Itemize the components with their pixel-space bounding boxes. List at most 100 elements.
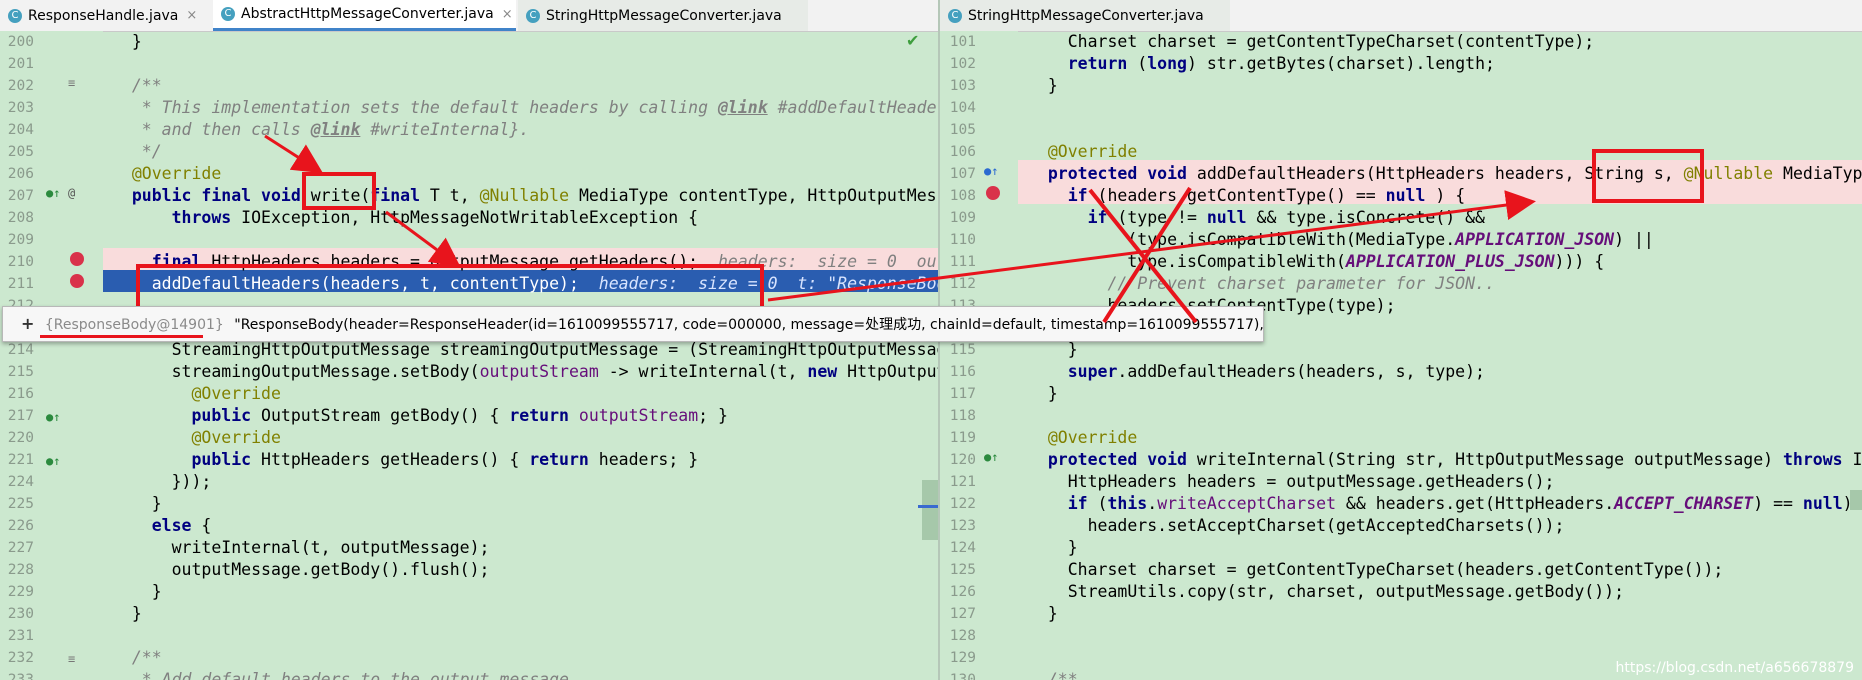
code-line[interactable]: Charset charset = getContentTypeCharset(… <box>1028 559 1724 581</box>
code-line[interactable]: } <box>1028 339 1078 361</box>
code-line[interactable]: super.addDefaultHeaders(headers, s, type… <box>1028 361 1485 383</box>
object-ref-underline <box>40 335 203 338</box>
code-line[interactable]: public OutputStream getBody() { return o… <box>112 405 727 427</box>
line-number: 200 <box>7 34 34 50</box>
fold-icon[interactable]: ≡ <box>68 72 75 94</box>
line-number: 221 <box>7 452 34 468</box>
line-number: 129 <box>949 650 976 666</box>
line-number: 103 <box>949 78 976 94</box>
code-line[interactable]: @Override <box>112 427 280 449</box>
close-icon[interactable]: × <box>186 8 197 23</box>
code-line[interactable]: } <box>112 493 162 515</box>
highlight-string-s-param <box>1592 149 1704 203</box>
line-number: 217 <box>7 408 34 424</box>
expand-icon[interactable]: + <box>21 314 34 333</box>
code-line[interactable]: StreamUtils.copy(str, charset, outputMes… <box>1028 581 1624 603</box>
code-line[interactable]: * This implementation sets the default h… <box>112 97 938 119</box>
code-line[interactable]: /** <box>112 75 162 97</box>
code-line[interactable]: })); <box>112 471 212 493</box>
code-line[interactable]: } <box>1028 603 1058 625</box>
implementing-method-icon[interactable]: ●↑ <box>46 182 60 204</box>
line-number: 115 <box>949 342 976 358</box>
tab-abstract-http-message-converter[interactable]: C AbstractHttpMessageConverter.java × <box>213 0 516 31</box>
code-line[interactable]: outputMessage.getBody().flush(); <box>112 559 490 581</box>
code-line[interactable]: @Override <box>1028 427 1137 449</box>
code-line[interactable]: } <box>1028 383 1058 405</box>
scrollbar-thumb[interactable] <box>1850 490 1862 510</box>
breakpoint-icon[interactable] <box>70 274 84 288</box>
code-line[interactable]: /** <box>112 647 162 669</box>
override-method-icon[interactable]: ●↑ <box>46 406 60 428</box>
code-line[interactable]: throws IOException, HttpMessageNotWritab… <box>112 207 699 229</box>
line-number: 203 <box>7 100 34 116</box>
code-line[interactable]: @Override <box>112 383 280 405</box>
line-number: 101 <box>949 34 976 50</box>
code-line[interactable]: public HttpHeaders getHeaders() { return… <box>112 449 698 471</box>
code-line[interactable]: @Override <box>1028 141 1137 163</box>
line-number: 108 <box>949 188 976 204</box>
code-line[interactable]: } <box>112 31 142 53</box>
line-number: 210 <box>7 254 34 270</box>
code-line[interactable]: streamingOutputMessage.setBody(outputStr… <box>112 361 938 383</box>
line-number: 105 <box>949 122 976 138</box>
tab-string-http-message-converter[interactable]: C StringHttpMessageConverter.java <box>518 0 808 31</box>
line-number: 125 <box>949 562 976 578</box>
line-number: 232 <box>7 650 34 666</box>
line-number: 204 <box>7 122 34 138</box>
line-number: 112 <box>949 276 976 292</box>
line-number: 116 <box>949 364 976 380</box>
overrides-method-icon[interactable]: ●↑ <box>984 160 998 182</box>
line-number: 201 <box>7 56 34 72</box>
code-line[interactable]: headers.setAcceptCharset(getAcceptedChar… <box>1028 515 1565 537</box>
tab-label: AbstractHttpMessageConverter.java <box>241 6 494 22</box>
breakpoint-icon[interactable] <box>70 252 84 266</box>
left-tab-bar: C ResponseHandle.java × C AbstractHttpMe… <box>0 0 938 32</box>
code-line[interactable]: if (headers.getContentType() == null ) { <box>1028 185 1465 207</box>
code-line[interactable]: return (long) str.getBytes(charset).leng… <box>1028 53 1495 75</box>
code-line[interactable]: HttpHeaders headers = outputMessage.getH… <box>1028 471 1555 493</box>
code-line[interactable]: * Add default headers to the output mess… <box>112 669 579 680</box>
code-line[interactable]: (type.isCompatibleWith(MediaType.APPLICA… <box>1028 229 1654 251</box>
code-line[interactable]: protected void writeInternal(String str,… <box>1028 449 1862 471</box>
override-method-icon[interactable]: ●↑ <box>984 446 998 468</box>
code-line[interactable]: } <box>1028 537 1078 559</box>
line-number: 109 <box>949 210 976 226</box>
line-number: 118 <box>949 408 976 424</box>
code-line[interactable]: } <box>1028 75 1058 97</box>
code-line[interactable]: writeInternal(t, outputMessage); <box>112 537 490 559</box>
line-number: 224 <box>7 474 34 490</box>
code-line[interactable]: else { <box>112 515 212 537</box>
line-number: 126 <box>949 584 976 600</box>
code-line[interactable]: @Override <box>112 163 221 185</box>
tab-string-http-message-converter[interactable]: C StringHttpMessageConverter.java <box>940 0 1230 31</box>
code-line[interactable]: } <box>112 581 162 603</box>
line-number: 230 <box>7 606 34 622</box>
code-line[interactable]: // Prevent charset parameter for JSON.. <box>1028 273 1494 295</box>
line-number: 106 <box>949 144 976 160</box>
line-number: 205 <box>7 144 34 160</box>
line-number: 121 <box>949 474 976 490</box>
line-number: 211 <box>7 276 34 292</box>
code-line[interactable]: protected void addDefaultHeaders(HttpHea… <box>1028 163 1862 185</box>
code-line[interactable]: if (this.writeAcceptCharset && headers.g… <box>1028 493 1862 515</box>
code-line[interactable]: if (type != null && type.isConcrete() && <box>1028 207 1485 229</box>
java-class-icon: C <box>526 8 540 23</box>
code-line[interactable]: */ <box>112 141 162 163</box>
fold-icon[interactable]: ≡ <box>68 648 75 670</box>
scrollbar-thumb[interactable] <box>922 480 938 540</box>
breakpoint-icon[interactable] <box>986 186 1000 200</box>
code-line[interactable]: type.isCompatibleWith(APPLICATION_PLUS_J… <box>1028 251 1604 273</box>
close-icon[interactable]: × <box>502 7 513 22</box>
code-line[interactable]: Charset charset = getContentTypeCharset(… <box>1028 31 1595 53</box>
code-line[interactable]: StreamingHttpOutputMessage streamingOutp… <box>112 339 938 361</box>
line-number: 117 <box>949 386 976 402</box>
right-tab-bar: C StringHttpMessageConverter.java <box>940 0 1862 32</box>
code-line[interactable]: public final void write(final T t, @Null… <box>112 185 938 207</box>
override-method-icon[interactable]: ●↑ <box>46 450 60 472</box>
tab-label: StringHttpMessageConverter.java <box>968 7 1204 24</box>
code-line[interactable]: /** <box>1028 669 1078 680</box>
code-line[interactable]: } <box>112 603 142 625</box>
tab-response-handle[interactable]: C ResponseHandle.java × <box>0 0 213 31</box>
code-line[interactable]: * and then calls @link #writeInternal}. <box>112 119 529 141</box>
line-number: 233 <box>7 672 34 680</box>
